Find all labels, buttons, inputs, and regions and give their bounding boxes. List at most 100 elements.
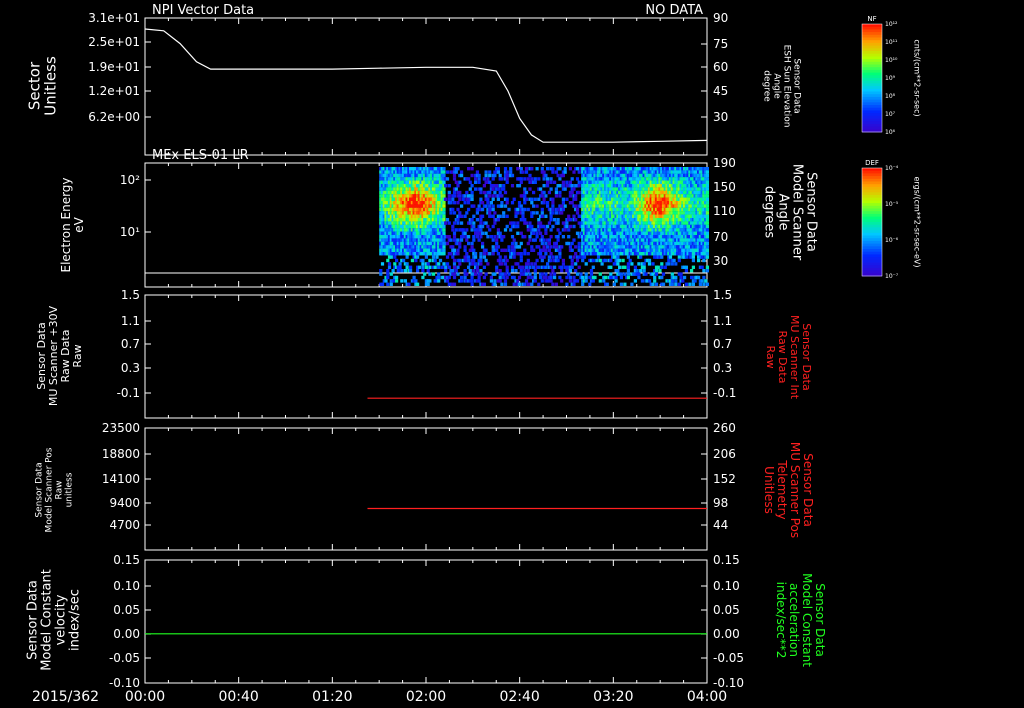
spectrogram-cell	[512, 252, 516, 256]
spectrogram-cell	[561, 184, 565, 188]
spectrogram-cell	[475, 170, 479, 174]
spectrogram-cell	[500, 204, 504, 208]
left-tick-label: 4700	[109, 518, 140, 532]
spectrogram-cell	[484, 231, 488, 235]
spectrogram-cell	[523, 252, 527, 256]
spectrogram-cell	[452, 173, 457, 178]
spectrogram-cell	[500, 262, 504, 266]
spectrogram-cell	[470, 184, 474, 188]
spectrogram-cell	[560, 245, 564, 249]
spectrogram-cell	[561, 258, 565, 263]
spectrogram-cell	[512, 282, 516, 286]
spectrogram-cell	[493, 272, 497, 276]
spectrogram-cell	[451, 255, 455, 259]
spectrogram-cell	[577, 248, 581, 252]
spectrogram-cell	[532, 204, 536, 208]
spectrogram-cell	[451, 245, 455, 249]
left-tick-label: 14100	[102, 472, 140, 486]
spectrogram-cell	[523, 194, 527, 198]
spectrogram-cell	[463, 201, 467, 205]
spectrogram-cell	[551, 269, 555, 273]
spectrogram-cell	[421, 258, 425, 263]
spectrogram-cell	[400, 279, 404, 283]
spectrogram-cell	[532, 211, 536, 215]
spectrogram-cell	[530, 197, 534, 201]
spectrogram-cell	[526, 262, 530, 266]
spectrogram-cell	[635, 269, 639, 273]
spectrogram-cell	[551, 282, 555, 286]
spectrogram-cell	[684, 269, 688, 273]
spectrogram-cell	[556, 258, 560, 263]
spectrogram-cell	[519, 231, 523, 235]
spectrogram-cell	[702, 258, 706, 263]
spectrogram-cell	[619, 275, 623, 280]
spectrogram-cell	[702, 269, 706, 273]
spectrogram-cell	[498, 190, 502, 195]
spectrogram-cell	[389, 282, 393, 286]
spectrogram-cell	[524, 190, 529, 195]
spectrogram-cell	[567, 272, 571, 276]
spectrogram-cell	[537, 197, 541, 201]
spectrogram-cell	[437, 279, 441, 283]
spectrogram-cell	[456, 207, 460, 212]
spectrogram-cell	[503, 228, 508, 232]
spectrogram-cell	[414, 279, 418, 283]
panel-frame	[144, 427, 708, 551]
spectrogram-cell	[540, 279, 544, 283]
spectrogram-cell	[612, 282, 616, 286]
spectrogram-cell	[510, 201, 515, 205]
spectrogram-cell	[546, 177, 550, 181]
spectrogram-cell	[507, 272, 511, 276]
right-tick-label: 110	[713, 204, 736, 218]
spectrogram-cell	[574, 218, 578, 222]
spectrogram-cell	[544, 228, 548, 232]
spectrogram-cell	[477, 279, 481, 283]
spectrogram-cell	[616, 255, 620, 259]
spectrogram-cell	[547, 248, 551, 252]
spectrogram-cell	[563, 204, 567, 208]
spectrogram-cell	[616, 269, 620, 273]
right-tick-label: 45	[713, 84, 728, 98]
spectrogram-cell	[570, 262, 574, 266]
spectrogram-cell	[428, 265, 432, 269]
no-data-status: NO DATA	[645, 3, 703, 18]
spectrogram-cell	[482, 265, 486, 269]
spectrogram-cell	[705, 204, 709, 208]
spectrogram-cell	[591, 279, 595, 283]
spectrogram-cell	[584, 272, 588, 276]
spectrogram-cell	[496, 197, 500, 201]
spectrogram-cell	[681, 279, 685, 283]
spectrogram-cell	[445, 262, 450, 266]
spectrogram-cell	[421, 265, 425, 269]
spectrogram-cell	[498, 279, 502, 283]
spectrogram-cell	[456, 265, 460, 269]
spectrogram-cell	[435, 255, 439, 259]
spectrogram-cell	[537, 245, 541, 249]
spectrogram-cell	[489, 201, 493, 205]
spectrogram-cell	[414, 258, 418, 263]
spectrogram-cell	[642, 265, 646, 269]
right-axis-label: index/sec**2	[774, 582, 788, 659]
spectrogram-cell	[482, 275, 486, 280]
spectrogram-cell	[558, 255, 562, 259]
spectrogram-cell	[623, 282, 627, 286]
spectrogram-cell	[516, 167, 520, 171]
right-axis-label: acceleration	[787, 583, 801, 657]
spectrogram-cell	[498, 275, 502, 280]
spectrogram-cell	[387, 265, 392, 269]
spectrogram-cell	[702, 282, 706, 286]
spectrogram-cell	[500, 238, 504, 242]
spectrogram-cell	[505, 170, 509, 174]
spectrogram-cell	[503, 190, 508, 195]
spectrogram-cell	[575, 258, 580, 263]
spectrogram-cell	[705, 248, 709, 252]
spectrogram-cell	[547, 190, 551, 195]
spectrogram-cell	[523, 269, 527, 273]
spectrogram-cell	[549, 218, 553, 222]
spectrogram-cell	[533, 177, 537, 181]
spectrogram-cell	[447, 221, 451, 225]
spectrogram-cell	[437, 275, 441, 280]
left-tick-label: 2.5e+01	[88, 35, 140, 49]
spectrogram-cell	[563, 187, 567, 191]
colorbar-tick-label: 10⁻⁴	[885, 165, 899, 172]
